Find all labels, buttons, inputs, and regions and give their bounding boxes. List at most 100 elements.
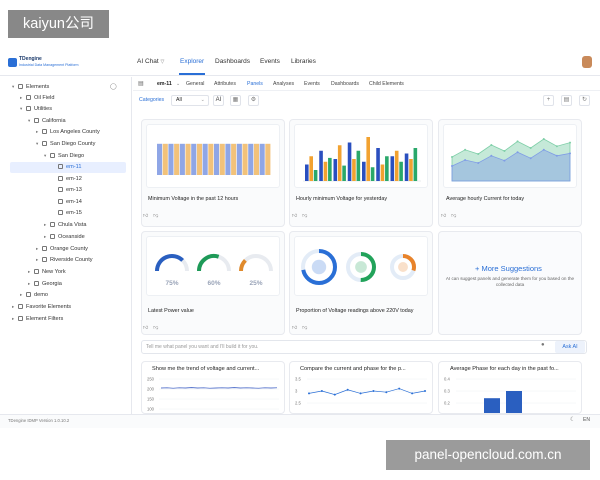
tab-general[interactable]: General [186,81,204,87]
filter-icon: ▽ [160,59,165,65]
active-nav-indicator [179,73,205,75]
search-icon[interactable]: ◯ [110,83,117,90]
element-icon [50,222,55,228]
data-point [529,147,532,149]
bar [380,164,385,181]
thumbs-down-icon[interactable]: 👎︎ [153,213,158,219]
microphone-icon[interactable]: ● [541,342,545,348]
data-point [503,150,506,152]
data-point [555,154,558,157]
panel-title: Proportion of Voltage readings above 220… [296,308,414,314]
y-tick-label: 2.5 [295,401,301,406]
bar [179,143,185,175]
categories-select[interactable]: All ⌄ [171,95,209,106]
bar [404,153,409,181]
bar [394,150,399,181]
tree-item-em-15[interactable]: em-15 [52,208,82,218]
tree-item-em-11[interactable]: em-11 [52,162,81,172]
nav-dashboards[interactable]: Dashboards [215,58,250,65]
data-point [516,151,519,154]
thumbs-up-icon[interactable]: 👍︎ [441,213,446,219]
nav-ai-chat[interactable]: AI Chat ▽ [137,58,164,65]
gauge-fill [197,254,220,272]
tree-item-san-diego-county[interactable]: ▾ San Diego County [36,139,95,149]
tree-item-chula-vista[interactable]: ▸ Chula Vista [44,220,87,230]
collapse-icon[interactable]: ▤ [138,80,144,87]
avatar[interactable] [582,56,592,68]
voltage-current-trend-chart: 250 200 150 100 [147,377,279,412]
bar [231,143,237,175]
thumbs-down-icon[interactable]: 👎︎ [451,213,456,219]
tree-item-em-14[interactable]: em-14 [52,197,82,207]
add-icon[interactable]: + [543,95,554,106]
tab-attributes[interactable]: Attributes [214,81,236,87]
settings-icon[interactable]: ⚙ [248,95,259,106]
bar [333,159,338,181]
ask-ai-button[interactable]: Ask AI [555,341,585,353]
more-suggestions-title[interactable]: + More Suggestions [475,264,542,273]
bar [342,165,346,181]
tree-item-oil-field[interactable]: ▸ Oil Field [20,93,55,103]
thumbs-down-icon[interactable]: 👎︎ [302,325,307,331]
nav-explorer[interactable]: Explorer [180,58,204,65]
donut-center [311,259,327,275]
refresh-icon[interactable]: ↻ [579,95,590,106]
logo-subtitle: Industrial Data Management Platform [19,63,79,67]
bottom-panel-title: Average Phase for each day in the past f… [450,366,559,372]
tree-item-new-york[interactable]: ▸ New York [28,267,66,277]
tab-dashboards[interactable]: Dashboards [331,81,359,87]
average-phase-chart: 0.4 0.3 0.2 [444,377,576,413]
min-voltage-chart [146,124,280,188]
bar [253,143,259,175]
bar [242,143,248,175]
thumbs-up-icon[interactable]: 👍︎ [143,213,148,219]
bar [366,137,370,181]
tree-item-elements[interactable]: ▾ Elements [12,82,49,92]
panel-title: Latest Power value [148,308,194,314]
tree-item-favorite-elements[interactable]: ▸ Favorite Elements [12,302,71,312]
ask-ai-input[interactable]: Tell me what panel you want and I'll bui… [146,344,258,350]
tree-item-georgia[interactable]: ▸ Georgia [28,279,62,289]
tree-item-em-13[interactable]: em-13 [52,185,82,195]
ai-button[interactable]: AI [213,95,224,106]
tree-item-element-filters[interactable]: ▸ Element Filters [12,314,63,324]
bar [236,143,242,175]
bar [185,143,191,175]
tree-item-em-12[interactable]: em-12 [52,174,82,184]
nav-events[interactable]: Events [260,58,280,65]
tree-item-los-angeles-county[interactable]: ▸ Los Angeles County [36,127,100,137]
tab-analyses[interactable]: Analyses [273,81,294,87]
tree-item-orange-county[interactable]: ▸ Orange County [36,244,88,254]
tree-item-demo[interactable]: ▸ demo [20,290,48,300]
data-point [477,153,480,155]
nav-libraries[interactable]: Libraries [291,58,316,65]
bar [248,143,254,175]
tree-item-san-diego[interactable]: ▾ San Diego [44,151,84,161]
tab-panels[interactable]: Panels [247,81,263,87]
thumbs-up-icon[interactable]: 👍︎ [143,325,148,331]
element-icon [34,281,39,287]
layout-icon[interactable]: ▤ [561,95,572,106]
moon-icon[interactable]: ☾ [570,416,575,423]
tab-child-elements[interactable]: Child Elements [369,81,404,87]
element-icon [42,129,47,135]
tree-item-riverside-county[interactable]: ▸ Riverside County [36,255,93,265]
gauge-track [239,254,273,272]
y-tick-label: 200 [147,387,155,392]
grid-view-icon[interactable]: ▦ [230,95,241,106]
watermark-bottom-right: panel-opencloud.com.cn [386,440,590,470]
tab-events[interactable]: Events [304,81,320,87]
thumbs-up-icon[interactable]: 👍︎ [292,325,297,331]
data-point [503,159,506,162]
thumbs-up-icon[interactable]: 👍︎ [292,213,297,219]
bar [337,145,342,181]
bar [259,143,265,175]
device-icon [58,164,63,170]
thumbs-down-icon[interactable]: 👎︎ [302,213,307,219]
language-toggle[interactable]: EN [583,417,590,423]
chevron-down-icon[interactable]: ⌄ [176,81,180,87]
tree-item-utilities[interactable]: ▾ Utilities [20,104,52,114]
tree-item-california[interactable]: ▾ California [28,116,66,126]
tree-item-oceanside[interactable]: ▸ Oceanside [44,232,85,242]
thumbs-down-icon[interactable]: 👎︎ [153,325,158,331]
